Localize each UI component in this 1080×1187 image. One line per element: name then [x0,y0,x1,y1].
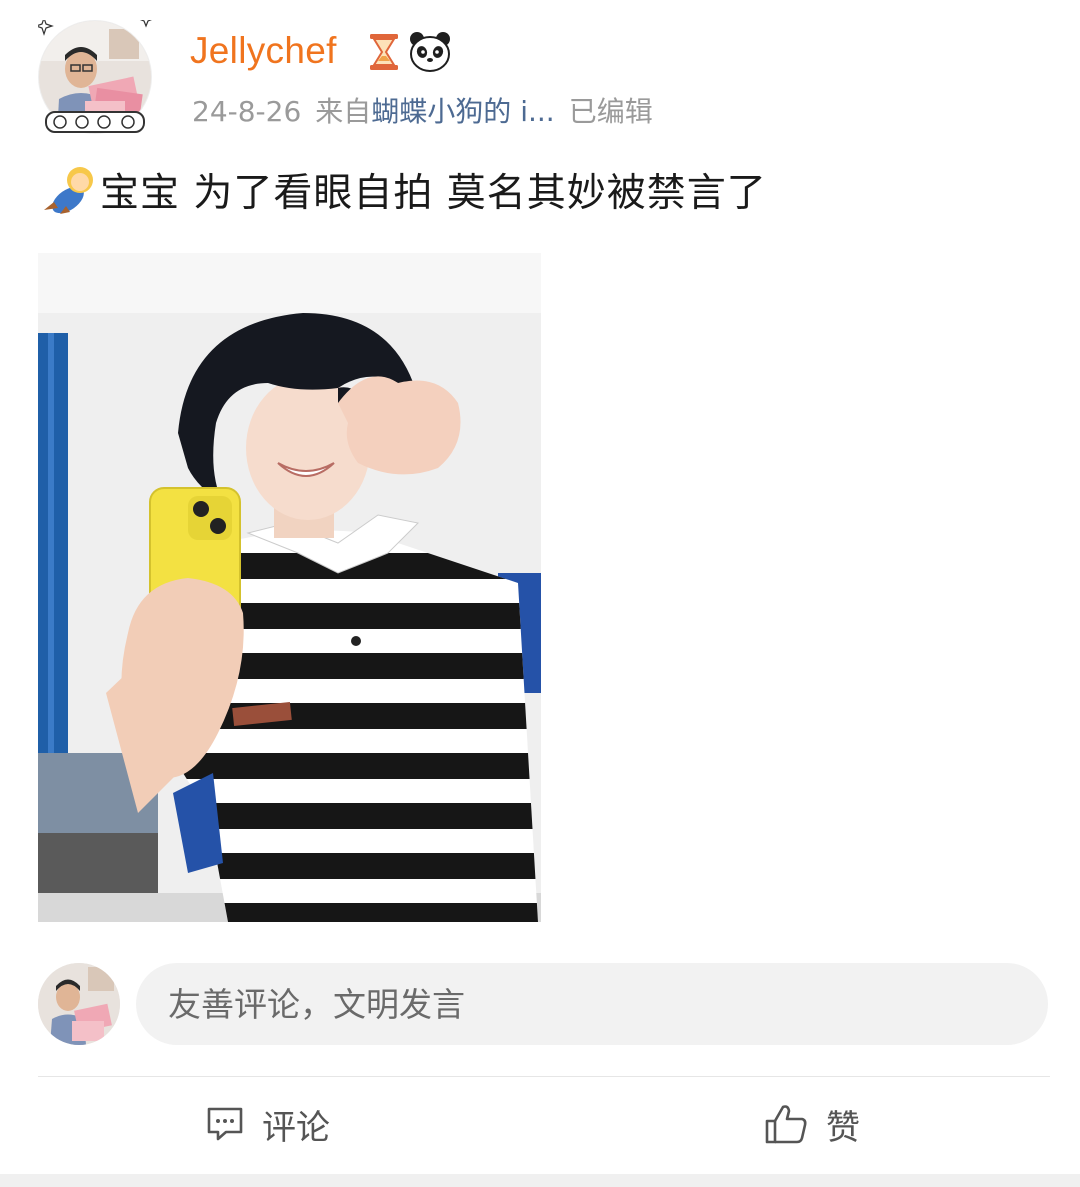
like-button[interactable]: 赞 [764,1096,860,1152]
post-content: 宝宝 为了看眼自拍 莫名其妙被禁言了 [40,160,767,220]
divider [38,1076,1050,1077]
bottom-separator [0,1174,1080,1187]
my-avatar[interactable] [38,963,120,1045]
username[interactable]: Jellychef [190,30,337,72]
comment-label: 评论 [262,1107,330,1148]
comment-button[interactable]: 评论 [206,1096,330,1152]
post-date: 24-8-26 [192,95,302,128]
source-link[interactable]: 蝴蝶小狗的 i... [371,95,554,128]
post-image[interactable] [38,253,541,922]
edited-label[interactable]: 已编辑 [569,95,653,128]
thumbs-up-icon [765,1105,807,1144]
like-label: 赞 [826,1107,860,1148]
comment-icon [207,1107,243,1141]
baby-emoji-icon [44,167,93,214]
hourglass-icon [370,34,398,70]
panda-icon [410,32,450,72]
user-avatar[interactable] [38,20,152,134]
source-prefix: 来自 [315,95,372,128]
post-meta: 24-8-26 来自蝴蝶小狗的 i... 已编辑 [192,90,667,130]
post-text: 宝宝 为了看眼自拍 莫名其妙被禁言了 [100,171,767,216]
avatar-frame-icon [38,20,152,133]
comment-input[interactable] [136,963,1048,1045]
